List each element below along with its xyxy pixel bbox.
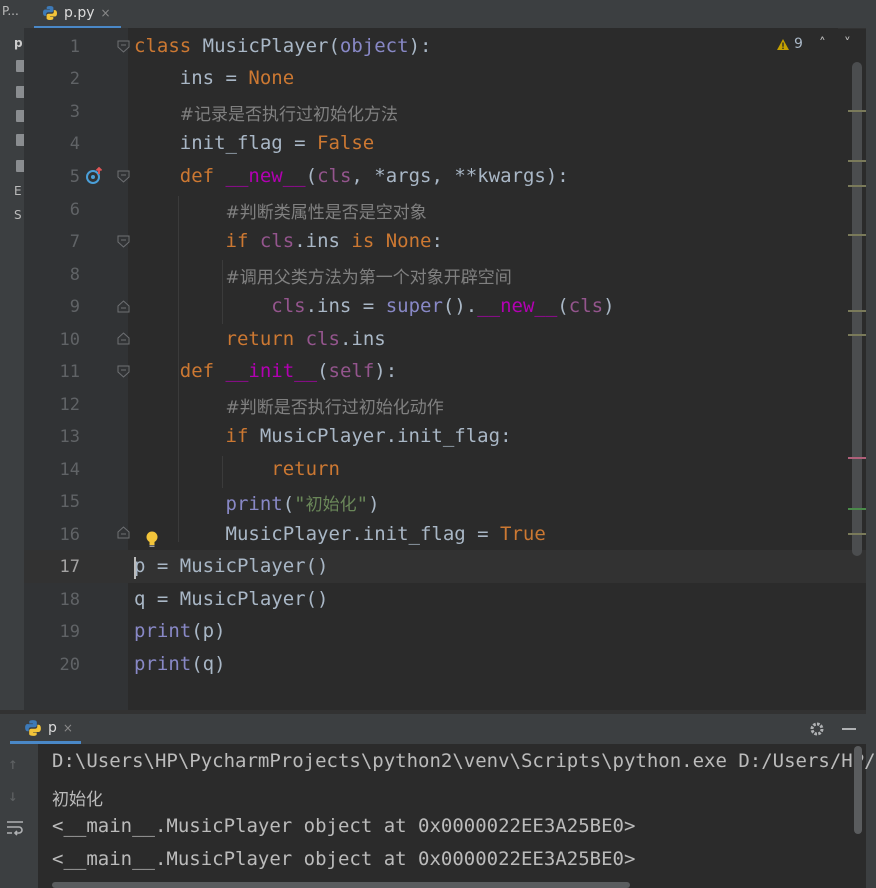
- error-stripe-mark[interactable]: [848, 457, 866, 459]
- line-number[interactable]: 14: [24, 460, 80, 480]
- code-line-20[interactable]: print(q): [134, 653, 226, 675]
- line-number[interactable]: 20: [24, 655, 80, 675]
- line-number[interactable]: 4: [24, 134, 80, 154]
- line-number[interactable]: 2: [24, 69, 80, 89]
- run-side-toolbar: ↑ ↓: [0, 744, 38, 888]
- line-number[interactable]: 10: [24, 330, 80, 350]
- fold-marker-icon[interactable]: [117, 170, 130, 183]
- code-line-3[interactable]: #记录是否执行过初始化方法: [134, 100, 398, 125]
- chevron-down-icon[interactable]: ˅: [844, 36, 851, 52]
- code-line-7[interactable]: if cls.ins is None:: [134, 230, 443, 252]
- line-number[interactable]: 1: [24, 37, 80, 57]
- code-line-1[interactable]: class MusicPlayer(object):: [134, 35, 431, 57]
- chevron-up-icon[interactable]: ˄: [819, 36, 826, 52]
- fold-marker-icon[interactable]: [117, 365, 130, 378]
- console-line-output: 初始化: [52, 790, 103, 810]
- tab-label: p.py: [64, 5, 95, 21]
- line-number[interactable]: 12: [24, 395, 80, 415]
- error-stripe-mark[interactable]: [848, 310, 866, 312]
- settings-gear-icon[interactable]: [808, 720, 826, 738]
- line-number[interactable]: 5: [24, 167, 80, 187]
- fold-end-icon[interactable]: [117, 300, 130, 313]
- line-number[interactable]: 13: [24, 427, 80, 447]
- python-file-icon: [43, 6, 57, 20]
- lightbulb-icon[interactable]: [144, 530, 160, 548]
- fold-marker-icon[interactable]: [117, 235, 130, 248]
- tab-p-py[interactable]: p.py ×: [34, 0, 121, 29]
- text-caret: [134, 557, 136, 579]
- error-stripe-mark[interactable]: [848, 533, 866, 535]
- error-stripe-mark[interactable]: [848, 160, 866, 162]
- console-line-output: <__main__.MusicPlayer object at 0x000002…: [52, 815, 636, 837]
- run-tab[interactable]: p ×: [10, 714, 81, 744]
- code-line-11[interactable]: def __init__(self):: [134, 360, 397, 382]
- console-horizontal-scrollbar[interactable]: [52, 882, 630, 888]
- line-number[interactable]: 3: [24, 102, 80, 122]
- code-line-13[interactable]: if MusicPlayer.init_flag:: [134, 425, 512, 447]
- rerun-up-icon[interactable]: ↑: [8, 754, 18, 773]
- code-line-8[interactable]: #调用父类方法为第一个对象开辟空间: [134, 263, 512, 288]
- soft-wrap-icon[interactable]: [6, 820, 24, 836]
- line-number[interactable]: 8: [24, 265, 80, 285]
- line-number[interactable]: 16: [24, 525, 80, 545]
- console-vertical-scrollbar[interactable]: [854, 746, 862, 834]
- fold-end-icon[interactable]: [117, 526, 130, 539]
- editor-scrollbar[interactable]: [852, 62, 862, 556]
- code-line-15[interactable]: print("初始化"): [134, 490, 380, 515]
- line-number[interactable]: 9: [24, 297, 80, 317]
- fold-marker-icon[interactable]: [117, 40, 130, 53]
- python-run-icon: [25, 719, 41, 736]
- code-line-16[interactable]: MusicPlayer.init_flag = True: [134, 523, 546, 545]
- project-panel: P... p E S: [0, 0, 25, 710]
- fold-end-icon[interactable]: [117, 332, 130, 345]
- code-line-14[interactable]: return: [134, 458, 340, 480]
- console-line-output: <__main__.MusicPlayer object at 0x000002…: [52, 848, 636, 870]
- code-line-10[interactable]: return cls.ins: [134, 328, 386, 350]
- inspection-count: 9: [794, 36, 803, 52]
- line-number[interactable]: 19: [24, 622, 80, 642]
- project-item-p[interactable]: p: [14, 36, 23, 50]
- error-stripe-mark[interactable]: [848, 508, 866, 510]
- line-number[interactable]: 15: [24, 492, 80, 512]
- editor-tab-bar: p.py ×: [24, 0, 866, 29]
- error-stripe-mark[interactable]: [848, 334, 866, 336]
- line-number[interactable]: 6: [24, 200, 80, 220]
- error-stripe-mark[interactable]: [848, 110, 866, 112]
- warning-icon: [777, 38, 789, 50]
- code-line-17[interactable]: p = MusicPlayer(): [134, 555, 328, 577]
- project-item-external[interactable]: E: [14, 184, 22, 198]
- project-item-scratches[interactable]: S: [14, 208, 22, 222]
- code-line-4[interactable]: init_flag = False: [134, 132, 374, 154]
- code-line-9[interactable]: cls.ins = super().__new__(cls): [134, 295, 614, 317]
- rerun-down-icon[interactable]: ↓: [8, 786, 18, 805]
- run-tab-label: p: [48, 719, 57, 736]
- run-tool-bar: p ×: [0, 714, 866, 745]
- line-number[interactable]: 18: [24, 590, 80, 610]
- error-stripe-mark[interactable]: [848, 185, 866, 187]
- code-line-6[interactable]: #判断类属性是否是空对象: [134, 198, 427, 223]
- line-number[interactable]: 17: [24, 557, 80, 577]
- project-title[interactable]: P...: [2, 4, 19, 18]
- run-tab-close-button[interactable]: ×: [63, 721, 73, 735]
- line-number[interactable]: 7: [24, 232, 80, 252]
- code-line-12[interactable]: #判断是否执行过初始化动作: [134, 393, 444, 418]
- code-line-18[interactable]: q = MusicPlayer(): [134, 588, 328, 610]
- code-line-19[interactable]: print(p): [134, 620, 226, 642]
- override-gutter-icon[interactable]: [84, 167, 104, 185]
- code-line-5[interactable]: def __new__(cls, *args, **kwargs):: [134, 165, 569, 187]
- code-line-2[interactable]: ins = None: [134, 67, 294, 89]
- tab-close-button[interactable]: ×: [101, 6, 111, 20]
- error-stripe-mark[interactable]: [848, 234, 866, 236]
- console-line-command: D:\Users\HP\PycharmProjects\python2\venv…: [52, 750, 876, 772]
- minimize-icon[interactable]: [842, 728, 856, 730]
- inspection-widget[interactable]: 9 ˄ ˅: [776, 36, 851, 52]
- line-number[interactable]: 11: [24, 362, 80, 382]
